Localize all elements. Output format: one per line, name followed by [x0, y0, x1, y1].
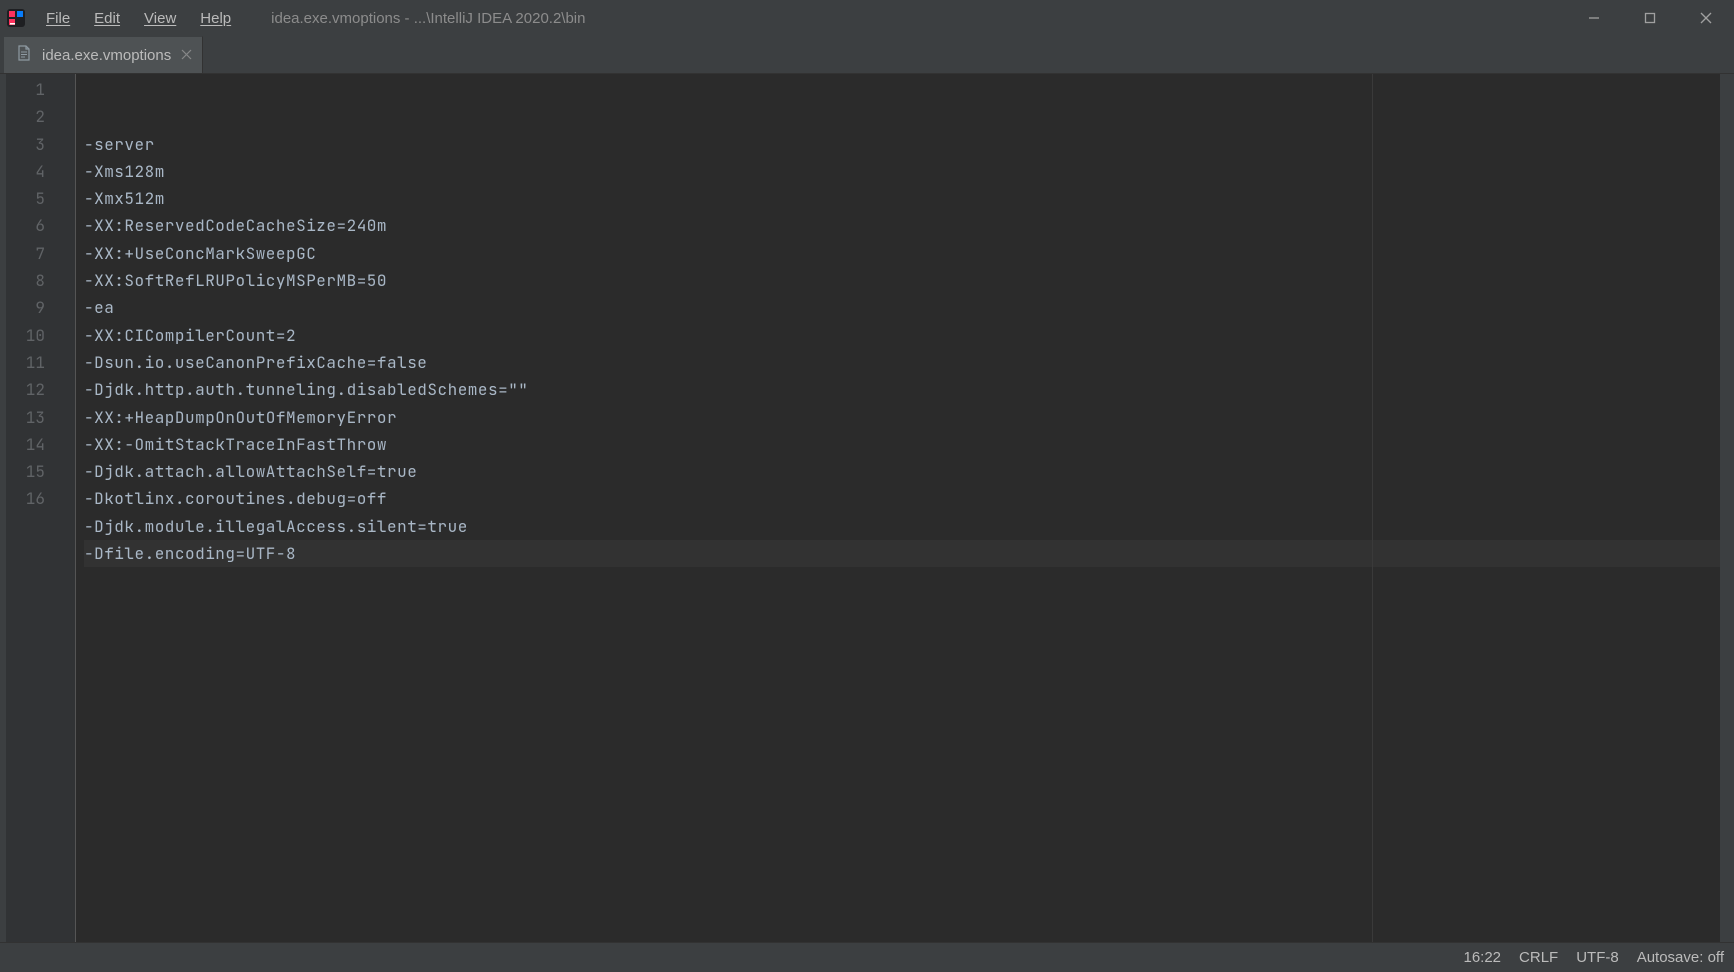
status-caret-position[interactable]: 16:22 [1463, 949, 1501, 966]
close-icon [1700, 12, 1712, 24]
minimize-icon [1588, 12, 1600, 24]
menu-file-label: File [46, 10, 70, 27]
line-number: 9 [6, 294, 45, 321]
line-number: 13 [6, 404, 45, 431]
code-line[interactable]: -XX:+UseConcMarkSweepGC [84, 240, 1720, 267]
menu-view[interactable]: View [134, 6, 186, 31]
code-editor[interactable]: -server-Xms128m-Xmx512m-XX:ReservedCodeC… [76, 74, 1720, 942]
code-line[interactable]: -Dkotlinx.coroutines.debug=off [84, 485, 1720, 512]
menu-bar: File Edit View Help [36, 6, 241, 31]
code-line[interactable]: -XX:ReservedCodeCacheSize=240m [84, 212, 1720, 239]
line-number: 10 [6, 322, 45, 349]
menu-view-label: View [144, 10, 176, 27]
line-number: 12 [6, 376, 45, 403]
code-line[interactable]: -XX:-OmitStackTraceInFastThrow [84, 431, 1720, 458]
line-number: 3 [6, 131, 45, 158]
minimize-button[interactable] [1566, 0, 1622, 36]
line-number: 4 [6, 158, 45, 185]
editor-area: 12345678910111213141516 -server-Xms128m-… [0, 74, 1734, 942]
maximize-button[interactable] [1622, 0, 1678, 36]
gutter-separator [62, 74, 76, 942]
menu-edit-label: Edit [94, 10, 120, 27]
menu-help[interactable]: Help [190, 6, 241, 31]
tab-close-icon[interactable] [181, 47, 192, 64]
right-margin-line [1372, 74, 1373, 942]
menu-file[interactable]: File [36, 6, 80, 31]
line-number: 15 [6, 458, 45, 485]
line-number: 5 [6, 185, 45, 212]
line-number: 16 [6, 485, 45, 512]
line-number: 11 [6, 349, 45, 376]
code-line[interactable]: -Djdk.module.illegalAccess.silent=true [84, 513, 1720, 540]
menu-help-label: Help [200, 10, 231, 27]
code-line[interactable]: -Djdk.attach.allowAttachSelf=true [84, 458, 1720, 485]
line-number: 8 [6, 267, 45, 294]
line-number: 6 [6, 212, 45, 239]
window-controls [1566, 0, 1734, 36]
line-number: 14 [6, 431, 45, 458]
line-number: 2 [6, 103, 45, 130]
line-number-gutter[interactable]: 12345678910111213141516 [6, 74, 62, 942]
code-line[interactable]: -XX:CICompilerCount=2 [84, 322, 1720, 349]
code-line[interactable]: -XX:SoftRefLRUPolicyMSPerMB=50 [84, 267, 1720, 294]
code-line[interactable]: -server [84, 131, 1720, 158]
close-button[interactable] [1678, 0, 1734, 36]
status-line-ending[interactable]: CRLF [1519, 949, 1558, 966]
scrollbar-track[interactable] [1720, 74, 1734, 942]
titlebar: File Edit View Help idea.exe.vmoptions -… [0, 0, 1734, 36]
status-autosave[interactable]: Autosave: off [1637, 949, 1724, 966]
line-number: 1 [6, 76, 45, 103]
code-line[interactable]: -Xmx512m [84, 185, 1720, 212]
maximize-icon [1644, 12, 1656, 24]
status-bar: 16:22 CRLF UTF-8 Autosave: off [0, 942, 1734, 972]
menu-edit[interactable]: Edit [84, 6, 130, 31]
file-icon [16, 45, 32, 65]
code-line[interactable]: -ea [84, 294, 1720, 321]
code-line[interactable]: -Dfile.encoding=UTF-8 [84, 540, 1720, 567]
line-number: 7 [6, 240, 45, 267]
code-line[interactable]: -XX:+HeapDumpOnOutOfMemoryError [84, 404, 1720, 431]
tab-label: idea.exe.vmoptions [42, 47, 171, 64]
status-encoding[interactable]: UTF-8 [1576, 949, 1619, 966]
code-line[interactable]: -Xms128m [84, 158, 1720, 185]
app-icon [6, 8, 26, 28]
code-line[interactable]: -Djdk.http.auth.tunneling.disabledScheme… [84, 376, 1720, 403]
editor-tab[interactable]: idea.exe.vmoptions [4, 36, 203, 73]
window-title: idea.exe.vmoptions - ...\IntelliJ IDEA 2… [271, 10, 585, 27]
code-line[interactable]: -Dsun.io.useCanonPrefixCache=false [84, 349, 1720, 376]
tab-bar: idea.exe.vmoptions [0, 36, 1734, 74]
